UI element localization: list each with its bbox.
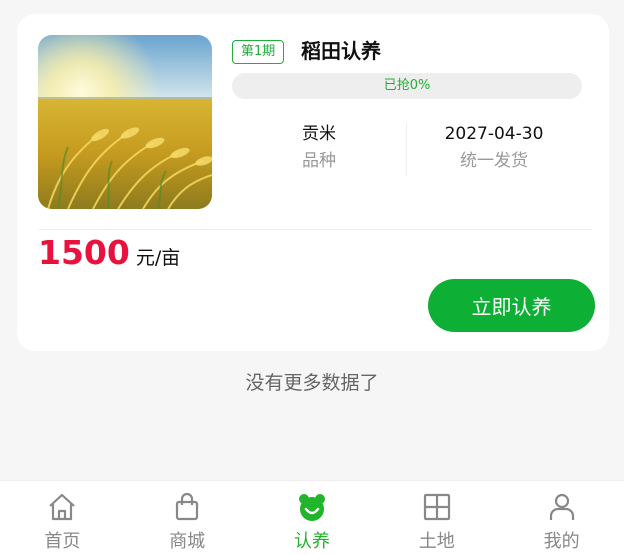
- tab-adopt[interactable]: 认养: [250, 481, 375, 555]
- price-value: 1500: [38, 233, 130, 272]
- stat-divider: [406, 124, 407, 176]
- price-row: 1500 元/亩: [38, 232, 180, 274]
- tab-mall-label: 商城: [169, 531, 206, 552]
- price-unit: 元/亩: [135, 247, 181, 269]
- rice-field-illustration: [38, 35, 212, 209]
- adoption-progress-bar: 已抢0%: [232, 73, 582, 99]
- variety-stat: 贡米 品种: [280, 122, 358, 174]
- progress-text: 已抢0%: [383, 78, 431, 93]
- home-icon: [46, 491, 78, 523]
- tab-home[interactable]: 首页: [0, 481, 125, 555]
- tab-land[interactable]: 土地: [374, 481, 499, 555]
- tab-mine-label: 我的: [543, 531, 580, 552]
- variety-label: 品种: [302, 151, 336, 171]
- user-icon: [546, 491, 578, 523]
- bottom-tab-bar: 首页 商城 认养 土地 我的: [0, 480, 624, 555]
- tab-mine[interactable]: 我的: [499, 481, 624, 555]
- shipping-stat: 2027-04-30 统一发货: [427, 122, 561, 174]
- land-grid-icon: [421, 491, 453, 523]
- tab-home-label: 首页: [44, 531, 81, 552]
- list-end-text: 没有更多数据了: [245, 372, 379, 394]
- shopping-bag-icon: [171, 491, 203, 523]
- adopt-now-button[interactable]: 立即认养: [428, 279, 595, 332]
- product-title[interactable]: 稻田认养: [301, 36, 381, 66]
- card-divider: [38, 229, 592, 230]
- adopt-face-icon: [296, 491, 328, 523]
- tab-mall[interactable]: 商城: [125, 481, 250, 555]
- adoption-card[interactable]: 第1期 稻田认养 已抢0% 贡米 品种 2027-04-30 统一发货 1500…: [17, 14, 609, 351]
- period-badge: 第1期: [232, 40, 285, 64]
- product-image[interactable]: [38, 35, 212, 209]
- variety-value: 贡米: [302, 124, 336, 144]
- shipping-label: 统一发货: [460, 151, 528, 171]
- tab-land-label: 土地: [418, 531, 455, 552]
- tab-adopt-label: 认养: [293, 531, 330, 552]
- shipping-date: 2027-04-30: [444, 124, 544, 144]
